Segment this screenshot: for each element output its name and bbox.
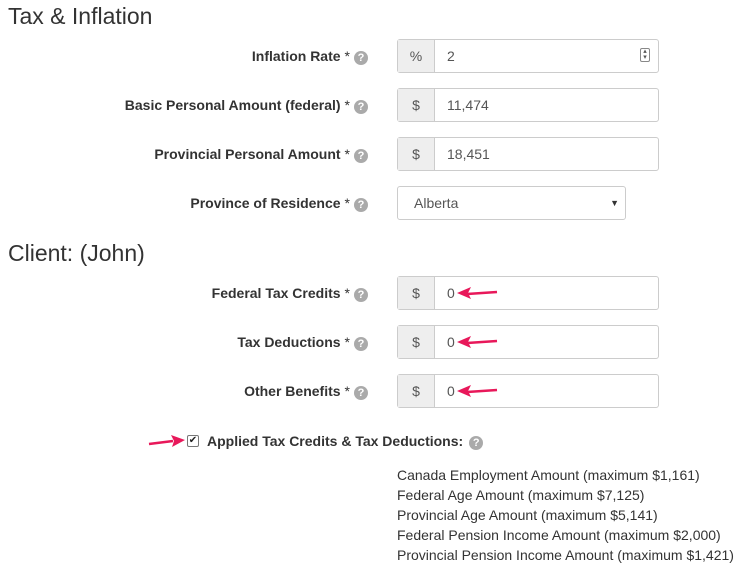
required-marker: * [344, 195, 350, 211]
federal-tax-credits-row: Federal Tax Credits * ? $ [0, 276, 746, 310]
province-selected-value: Alberta [414, 195, 459, 211]
inflation-rate-label: Inflation Rate [251, 48, 341, 64]
dollar-addon: $ [398, 375, 435, 407]
percent-addon: % [398, 40, 435, 72]
dollar-addon: $ [398, 138, 435, 170]
other-benefits-row: Other Benefits * ? $ [0, 374, 746, 408]
provincial-personal-amount-row: Provincial Personal Amount * ? $ [0, 137, 746, 171]
number-spinner-icon[interactable]: ▴ ▾ [640, 48, 650, 62]
help-icon[interactable]: ? [354, 51, 368, 65]
list-item: Provincial Pension Income Amount (maximu… [397, 547, 734, 563]
list-item: Canada Employment Amount (maximum $1,161… [397, 467, 700, 483]
required-marker: * [344, 146, 350, 162]
required-marker: * [344, 48, 350, 64]
inflation-rate-input-group: % ▴▾ [397, 39, 659, 73]
help-icon[interactable]: ? [354, 288, 368, 302]
dollar-addon: $ [398, 326, 435, 358]
required-marker: * [344, 334, 350, 350]
required-marker: * [344, 383, 350, 399]
help-icon[interactable]: ? [354, 100, 368, 114]
annotation-arrow-icon [148, 435, 185, 447]
annotation-arrow-icon [457, 385, 498, 397]
tax-deductions-input-group: $ [397, 325, 659, 359]
province-of-residence-label: Province of Residence [190, 195, 341, 211]
provincial-personal-amount-label: Provincial Personal Amount [154, 146, 341, 162]
annotation-arrow-icon [457, 287, 498, 299]
inflation-rate-row: Inflation Rate * ? % ▴▾ [0, 39, 746, 73]
dollar-addon: $ [398, 277, 435, 309]
province-of-residence-row: Province of Residence * ? Alberta ▼ [0, 186, 746, 220]
list-item: Federal Pension Income Amount (maximum $… [397, 527, 721, 543]
basic-personal-amount-input[interactable] [435, 89, 658, 121]
section-title-tax-inflation: Tax & Inflation [8, 3, 153, 29]
applied-credits-list: Canada Employment Amount (maximum $1,161… [397, 465, 734, 565]
chevron-down-icon: ▼ [610, 198, 619, 208]
annotation-arrow-icon [457, 336, 498, 348]
other-benefits-label: Other Benefits [244, 383, 341, 399]
federal-tax-credits-input-group: $ [397, 276, 659, 310]
section-title-client: Client: (John) [8, 240, 145, 266]
required-marker: * [344, 97, 350, 113]
basic-personal-amount-label: Basic Personal Amount (federal) [124, 97, 341, 113]
required-marker: * [344, 285, 350, 301]
other-benefits-input-group: $ [397, 374, 659, 408]
federal-tax-credits-label: Federal Tax Credits [211, 285, 341, 301]
dollar-addon: $ [398, 89, 435, 121]
help-icon[interactable]: ? [354, 198, 368, 212]
help-icon[interactable]: ? [354, 386, 368, 400]
help-icon[interactable]: ? [469, 435, 484, 450]
inflation-rate-input[interactable] [435, 40, 658, 72]
list-item: Provincial Age Amount (maximum $5,141) [397, 507, 658, 523]
list-item: Federal Age Amount (maximum $7,125) [397, 487, 645, 503]
basic-personal-amount-input-group: $ [397, 88, 659, 122]
help-icon[interactable]: ? [354, 149, 368, 163]
provincial-personal-amount-input-group: $ [397, 137, 659, 171]
basic-personal-amount-row: Basic Personal Amount (federal) * ? $ [0, 88, 746, 122]
province-select[interactable]: Alberta ▼ [397, 186, 626, 220]
applied-credits-checkbox-row: ✔ Applied Tax Credits & Tax Deductions: … [187, 431, 484, 451]
tax-deductions-row: Tax Deductions * ? $ [0, 325, 746, 359]
tax-deductions-label: Tax Deductions [237, 334, 341, 350]
help-icon[interactable]: ? [354, 337, 368, 351]
applied-credits-checkbox[interactable]: ✔ [187, 435, 199, 447]
provincial-personal-amount-input[interactable] [435, 138, 658, 170]
applied-credits-label: Applied Tax Credits & Tax Deductions: [207, 433, 464, 449]
